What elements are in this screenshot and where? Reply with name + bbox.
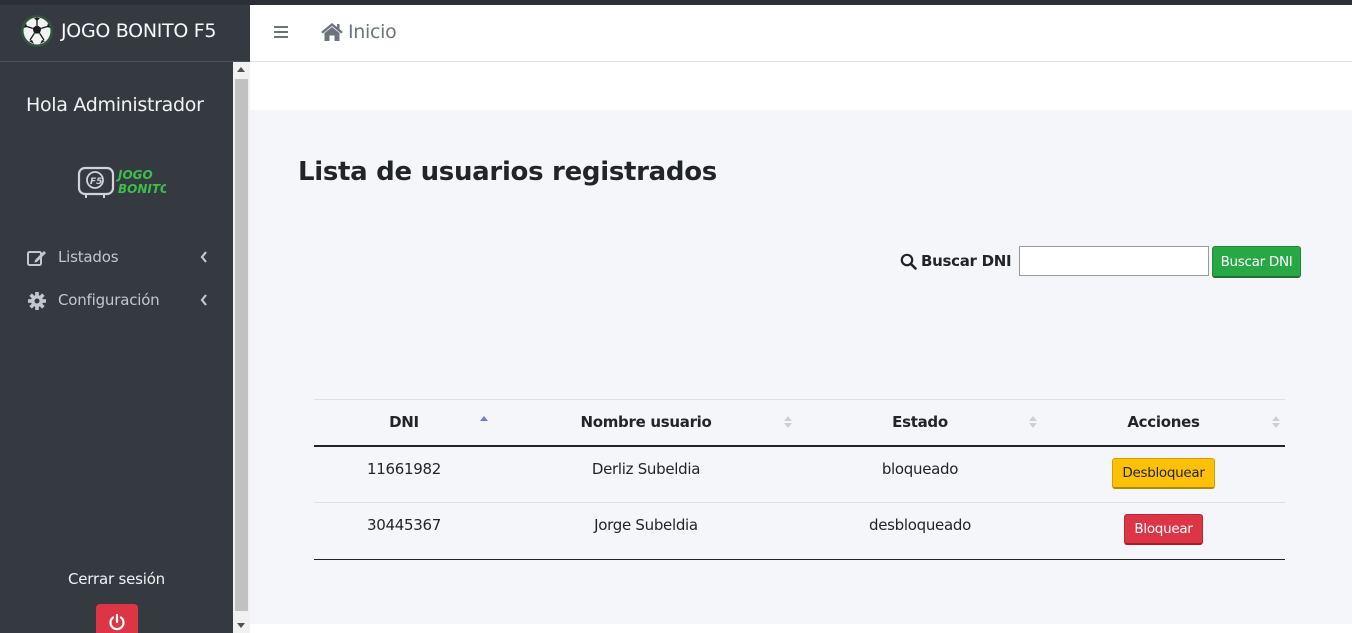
chevron-left-icon [200,294,207,306]
search-dni-button[interactable]: Buscar DNI [1212,246,1301,278]
search-label: Buscar DNI [900,252,1012,270]
content-header-band [250,62,1352,110]
sidebar: JOGO BONITO F5 Hola Administrador F5 JOG… [0,5,250,633]
edit-icon [27,251,46,266]
footer-band [250,624,1352,633]
logo-line1: JOGO [116,168,153,182]
unblock-button[interactable]: Desbloquear [1112,457,1215,489]
cell-estado: desbloqueado [869,516,971,534]
sidebar-greeting: Hola Administrador [26,94,204,116]
chevron-left-icon [200,251,207,263]
column-header-nombre[interactable]: Nombre usuario [494,400,798,446]
column-header-estado[interactable]: Estado [798,400,1042,446]
cell-dni: 30445367 [367,516,441,534]
header-label: Estado [892,413,948,432]
home-label: Inicio [348,21,397,43]
cell-dni: 11661982 [367,459,441,478]
scroll-up-icon[interactable] [237,67,245,72]
sidebar-item-listados[interactable]: Listados [0,240,233,276]
table-header-row: DNI Nombre usuario Estado Acciones [314,399,1285,446]
sort-both-icon [1272,416,1280,428]
table-row: 30445367 Jorge Subeldia desbloqueado Blo… [314,503,1285,560]
cell-nombre: Derliz Subeldia [591,459,701,478]
sidebar-item-label: Listados [58,248,119,266]
sidebar-item-configuracion[interactable]: Configuración [0,283,233,319]
block-button[interactable]: Bloquear [1124,514,1203,545]
sidebar-content: Hola Administrador F5 JOGO BONITO Listad… [0,62,233,633]
scroll-down-icon[interactable] [237,623,245,628]
dni-search-input[interactable] [1019,246,1209,276]
users-table: DNI Nombre usuario Estado Acciones 11661… [314,399,1285,560]
search-icon [900,253,917,270]
header-label: DNI [389,413,419,432]
page-title: Lista de usuarios registrados [298,157,717,187]
cell-acciones: Bloquear [1042,503,1285,560]
logo-line2: BONITO [118,182,166,196]
column-header-acciones[interactable]: Acciones [1042,400,1285,446]
home-link[interactable]: Inicio [320,21,397,43]
cell-nombre: Jorge Subeldia [594,516,698,534]
brand-link[interactable]: JOGO BONITO F5 [0,5,250,62]
sort-both-icon [1029,416,1037,428]
power-icon [109,613,125,631]
brand-title: JOGO BONITO F5 [61,20,217,42]
top-navbar: Inicio [250,5,1352,62]
header-label: Acciones [1127,413,1200,432]
sort-both-icon [784,416,792,428]
jogo-bonito-logo: F5 JOGO BONITO [77,166,166,198]
home-icon [321,23,343,41]
logout-button[interactable] [96,604,138,633]
soccer-ball-icon [21,15,53,47]
logout-label: Cerrar sesión [67,570,165,588]
logo-badge-text: F5 [90,177,102,187]
scrollbar-thumb[interactable] [235,79,248,611]
cell-acciones: Desbloquear [1042,446,1285,503]
table-row: 11661982 Derliz Subeldia bloqueado Desbl… [314,446,1285,503]
sort-ascending-icon [480,416,488,421]
search-label-text: Buscar DNI [921,252,1012,270]
column-header-dni[interactable]: DNI [314,400,494,446]
sidebar-item-label: Configuración [58,291,160,309]
cell-estado: bloqueado [881,459,959,478]
hamburger-icon[interactable] [273,25,289,39]
gear-icon [28,292,46,310]
header-label: Nombre usuario [580,413,712,432]
sidebar-scrollbar[interactable] [233,62,250,633]
